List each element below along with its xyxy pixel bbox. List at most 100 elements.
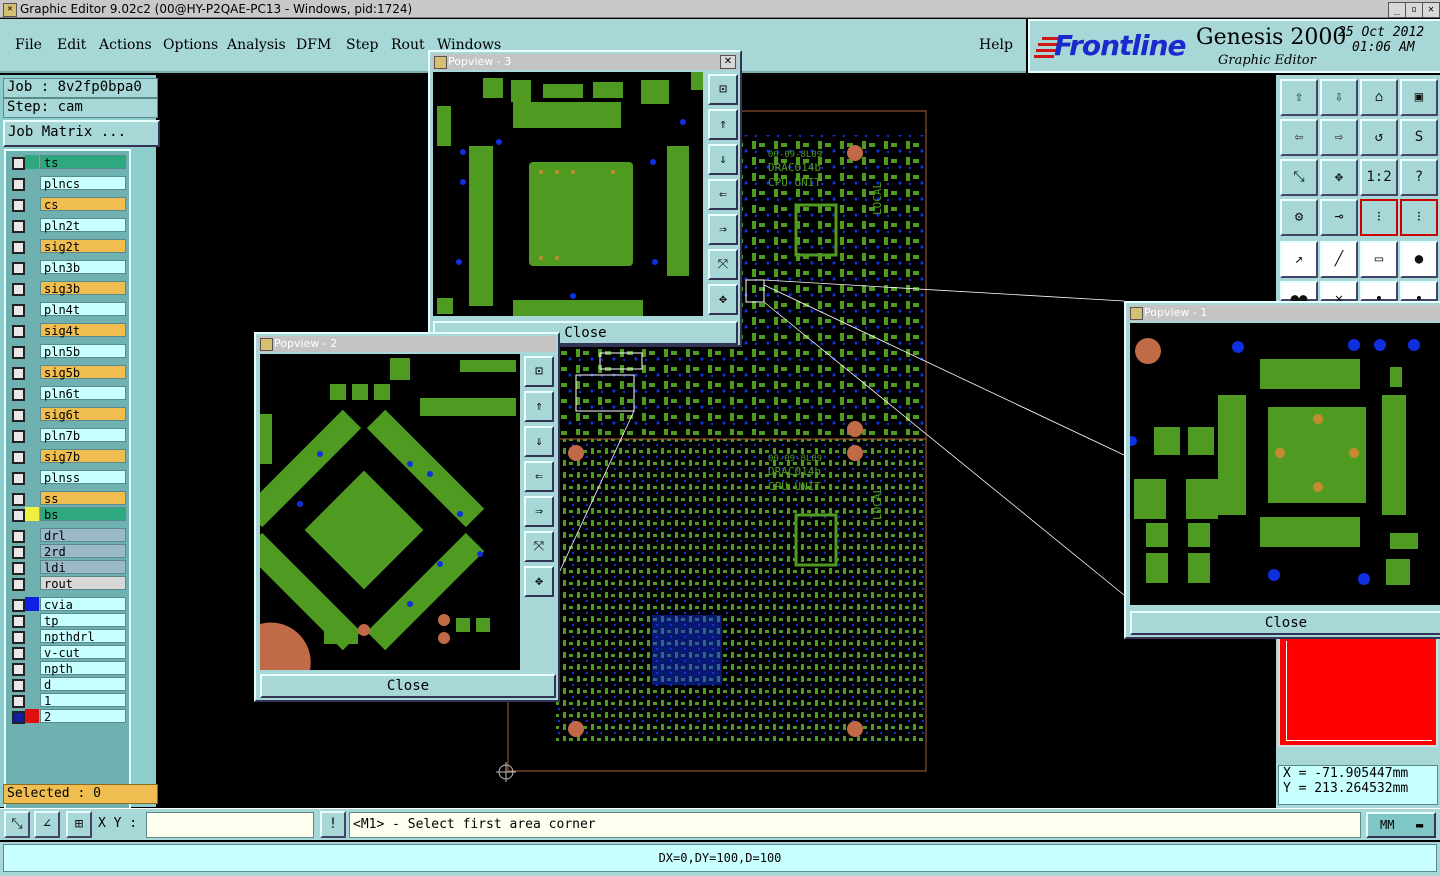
job-matrix-button[interactable]: Job Matrix ... [3, 120, 160, 147]
layer-row-pln6t[interactable]: pln6t [8, 386, 126, 401]
tool-cross-icon[interactable]: ✕ [1320, 281, 1358, 307]
popview-3-zoom-home-icon[interactable]: ⤧ [708, 249, 738, 280]
layer-row-sig4t[interactable]: sig4t [8, 323, 126, 338]
layer-color-swatch[interactable] [25, 491, 39, 505]
popview-2-pan-right-icon[interactable]: ⇒ [524, 496, 554, 527]
maximize-button[interactable]: ▫ [1405, 2, 1423, 18]
popview-2-zoom-home-icon[interactable]: ⤧ [524, 531, 554, 562]
layer-name[interactable]: npth [40, 661, 126, 676]
layer-row-pln2t[interactable]: pln2t [8, 218, 126, 233]
info-icon[interactable]: ! [320, 811, 346, 838]
layer-color-swatch[interactable] [25, 597, 39, 611]
layer-name[interactable]: cvia [40, 597, 126, 612]
menu-file[interactable]: File [15, 37, 42, 53]
popview-3-pan-down-icon[interactable]: ⇓ [708, 144, 738, 175]
tool-line-icon[interactable]: ╱ [1320, 241, 1358, 278]
layer-checkbox[interactable] [12, 509, 25, 522]
tool-snap-icon[interactable]: ⊸ [1320, 199, 1358, 236]
tool-scale-icon[interactable]: 1:2 [1360, 159, 1398, 196]
layer-color-swatch[interactable] [25, 576, 39, 590]
popview-3-view[interactable] [433, 72, 703, 316]
measure-tool-icon[interactable]: ⤡ [4, 811, 30, 838]
layer-checkbox[interactable] [12, 367, 25, 380]
layer-checkbox[interactable] [12, 388, 25, 401]
tool-fit-icon[interactable]: ⤡ [1280, 159, 1318, 196]
layer-name[interactable]: drl [40, 528, 126, 543]
layer-color-swatch[interactable] [25, 407, 39, 421]
menu-dfm[interactable]: DFM [296, 37, 331, 53]
layer-color-swatch[interactable] [25, 386, 39, 400]
layer-color-swatch[interactable] [25, 528, 39, 542]
tool-fit-all-icon[interactable]: ✥ [1320, 159, 1358, 196]
layer-color-swatch[interactable] [25, 428, 39, 442]
layer-name[interactable]: 2 [40, 709, 126, 724]
layer-checkbox[interactable] [12, 157, 25, 170]
layer-color-swatch[interactable] [25, 661, 39, 675]
layer-row-sig5b[interactable]: sig5b [8, 365, 126, 380]
layer-color-swatch[interactable] [25, 693, 39, 707]
layer-row-sig6t[interactable]: sig6t [8, 407, 126, 422]
layer-row-npthdrl[interactable]: npthdrl [8, 629, 126, 644]
layer-color-swatch[interactable] [25, 709, 39, 723]
layer-name[interactable]: pln6t [40, 386, 126, 401]
layer-color-swatch[interactable] [25, 197, 39, 211]
layer-color-swatch[interactable] [25, 155, 39, 169]
tool-dot-icon[interactable]: • [1360, 281, 1398, 307]
layer-checkbox[interactable] [12, 679, 25, 692]
layer-row-ldi[interactable]: ldi [8, 560, 126, 575]
layer-name[interactable]: ts [40, 155, 126, 170]
layer-row-plncs[interactable]: plncs [8, 176, 126, 191]
home-icon[interactable]: ⌂ [1360, 79, 1398, 116]
layer-color-swatch[interactable] [25, 239, 39, 253]
layer-name[interactable]: v-cut [40, 645, 126, 660]
layer-name[interactable]: plnss [40, 470, 126, 485]
layer-name[interactable]: sig7b [40, 449, 126, 464]
layer-name[interactable]: pln4t [40, 302, 126, 317]
layer-checkbox[interactable] [12, 615, 25, 628]
tool-dot-2-icon[interactable]: • [1400, 281, 1438, 307]
menu-rout[interactable]: Rout [391, 37, 425, 53]
layer-color-swatch[interactable] [25, 281, 39, 295]
tool-color-icon[interactable]: ●● [1280, 281, 1318, 307]
layer-checkbox[interactable] [12, 546, 25, 559]
popview-1-view[interactable] [1130, 323, 1440, 605]
layer-color-swatch[interactable] [25, 302, 39, 316]
layer-checkbox[interactable] [12, 220, 25, 233]
grid-tool-icon[interactable]: ⊞ [66, 811, 92, 838]
layer-name[interactable]: rout [40, 576, 126, 591]
layer-row-npth[interactable]: npth [8, 661, 126, 676]
tool-rotate-icon[interactable]: ↺ [1360, 119, 1398, 156]
popview-3-zoom-out-icon[interactable]: ✥ [708, 284, 738, 315]
layer-checkbox[interactable] [12, 283, 25, 296]
layer-color-swatch[interactable] [25, 629, 39, 643]
tool-zoom-top-icon[interactable]: ⇧ [1280, 79, 1318, 116]
tool-window-icon[interactable]: ▣ [1400, 79, 1438, 116]
layer-color-swatch[interactable] [25, 218, 39, 232]
tool-mirror-icon[interactable]: S [1400, 119, 1438, 156]
popview-2-close-button[interactable]: Close [260, 674, 556, 698]
layer-color-swatch[interactable] [25, 645, 39, 659]
layer-color-swatch[interactable] [25, 323, 39, 337]
layer-row-ts[interactable]: ts [8, 155, 126, 170]
layer-checkbox[interactable] [12, 325, 25, 338]
popview-2-pan-down-icon[interactable]: ⇓ [524, 426, 554, 457]
layer-row-v-cut[interactable]: v-cut [8, 645, 126, 660]
angle-tool-icon[interactable]: ∠ [34, 811, 60, 838]
layer-row-sig7b[interactable]: sig7b [8, 449, 126, 464]
layer-row-ss[interactable]: ss [8, 491, 126, 506]
layer-color-swatch[interactable] [25, 176, 39, 190]
layer-checkbox[interactable] [12, 711, 25, 724]
popview-3-close-icon[interactable]: ✕ [720, 55, 736, 69]
tool-pad-icon[interactable]: ● [1400, 241, 1438, 278]
layer-checkbox[interactable] [12, 562, 25, 575]
layer-row-d[interactable]: d [8, 677, 126, 692]
layer-color-swatch[interactable] [25, 470, 39, 484]
layer-name[interactable]: npthdrl [40, 629, 126, 644]
layer-color-swatch[interactable] [25, 449, 39, 463]
layer-checkbox[interactable] [12, 241, 25, 254]
layer-name[interactable]: tp [40, 613, 126, 628]
popview-3-zoom-icon[interactable]: ⊡ [708, 74, 738, 105]
tool-layers-2-icon[interactable]: ⁝ [1400, 199, 1438, 236]
layer-checkbox[interactable] [12, 262, 25, 275]
layer-checkbox[interactable] [12, 493, 25, 506]
